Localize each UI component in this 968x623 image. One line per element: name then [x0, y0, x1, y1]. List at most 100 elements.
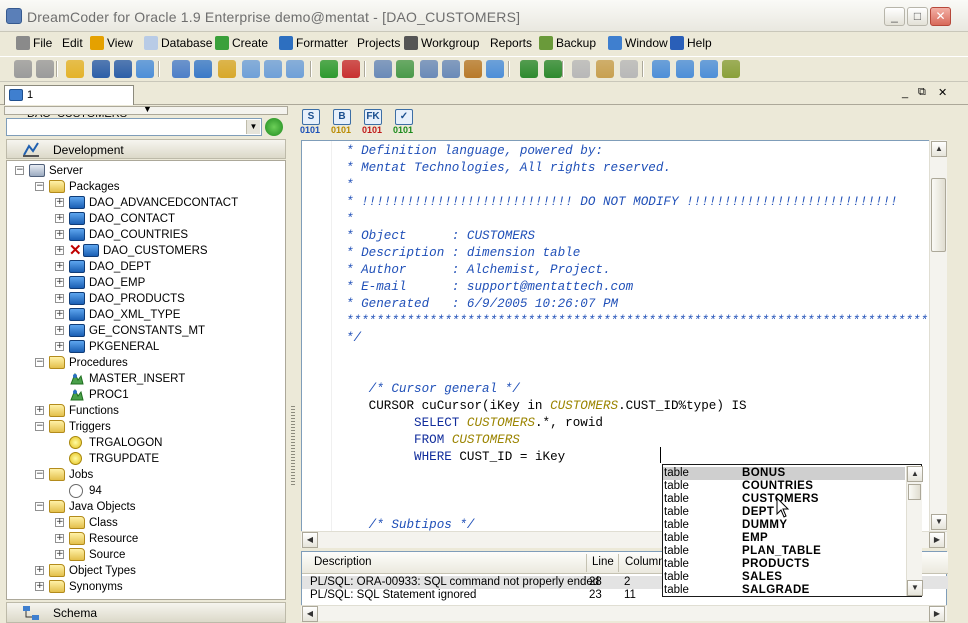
collapse-icon[interactable]: − — [15, 166, 24, 175]
tree-node[interactable]: + DAO_ADVANCEDCONTACT — [7, 195, 283, 211]
tree-node[interactable]: TRGALOGON — [7, 435, 283, 451]
save-icon[interactable] — [92, 60, 110, 78]
tree-node[interactable]: 94 — [7, 483, 283, 499]
tab-dao-customers[interactable]: 1 DAO_CUSTOMERS — [4, 85, 134, 120]
autocomplete-item[interactable]: table SALGRADE — [663, 584, 905, 597]
menu-window[interactable]: Window — [608, 35, 668, 52]
print-icon[interactable] — [136, 60, 154, 78]
tree-node[interactable]: + Object Types — [7, 563, 283, 579]
scroll-thumb[interactable] — [908, 484, 921, 500]
expand-icon[interactable]: + — [55, 294, 64, 303]
body-icon[interactable]: B 0101 — [331, 109, 359, 137]
column-divider[interactable] — [618, 554, 619, 572]
maximize-button[interactable]: □ — [907, 7, 928, 26]
expand-icon[interactable]: + — [55, 326, 64, 335]
scroll-up-button[interactable]: ▲ — [931, 141, 947, 157]
chevron-down-icon[interactable]: ▼ — [246, 120, 260, 134]
editor-vertical-scrollbar[interactable]: ▲ ▼ — [929, 140, 947, 532]
scroll-up-button[interactable]: ▲ — [907, 466, 923, 482]
autocomplete-item[interactable]: table COUNTRIES — [663, 480, 905, 493]
expand-icon[interactable]: + — [55, 550, 64, 559]
autocomplete-item[interactable]: table SALES — [663, 571, 905, 584]
undo-icon[interactable] — [520, 60, 538, 78]
autocomplete-scrollbar[interactable]: ▲ ▼ — [906, 466, 923, 596]
expand-icon[interactable]: + — [35, 406, 44, 415]
tree-node[interactable]: + Class — [7, 515, 283, 531]
menu-projects[interactable]: Projects — [357, 35, 400, 52]
expand-icon[interactable]: + — [55, 342, 64, 351]
expand-icon[interactable]: + — [55, 262, 64, 271]
scroll-left-button[interactable]: ◀ — [302, 532, 318, 548]
collapse-icon[interactable]: − — [35, 182, 44, 191]
menu-edit[interactable]: Edit — [62, 35, 83, 52]
expand-icon[interactable]: + — [55, 198, 64, 207]
menu-create[interactable]: Create — [215, 35, 268, 52]
messages-horizontal-scrollbar[interactable]: ◀ ▶ — [301, 605, 947, 622]
zoom-in-icon[interactable] — [676, 60, 694, 78]
zoom-icon[interactable] — [652, 60, 670, 78]
tree-node[interactable]: + GE_CONSTANTS_MT — [7, 323, 283, 339]
collapse-icon[interactable]: − — [35, 358, 44, 367]
save-all-icon[interactable] — [114, 60, 132, 78]
sql-icon[interactable] — [374, 60, 392, 78]
doc-minimize-button[interactable]: _ — [902, 87, 908, 99]
tree-node[interactable]: + ✕ DAO_CUSTOMERS — [7, 243, 283, 259]
open-folder-icon[interactable] — [66, 60, 84, 78]
object-tree[interactable]: − Server − Packages + DAO_ADVANCEDCONTACT + DAO… — [6, 160, 286, 600]
menu-workgroup[interactable]: Workgroup — [404, 35, 479, 52]
explain-icon[interactable] — [420, 60, 438, 78]
scroll-down-button[interactable]: ▼ — [907, 580, 923, 596]
expand-icon[interactable]: + — [35, 566, 44, 575]
scroll-left-button[interactable]: ◀ — [302, 606, 318, 622]
bookmark-icon[interactable] — [596, 60, 614, 78]
foreign-key-icon[interactable]: FK 0101 — [362, 109, 390, 137]
autocomplete-popup[interactable]: table BONUS table COUNTRIES table CUSTOMERS ta… — [662, 464, 923, 597]
tree-node[interactable]: + PKGENERAL — [7, 339, 283, 355]
describe-icon[interactable] — [442, 60, 460, 78]
tree-node[interactable]: + DAO_COUNTRIES — [7, 227, 283, 243]
expand-icon[interactable]: + — [55, 278, 64, 287]
export-icon[interactable] — [396, 60, 414, 78]
col-column[interactable]: Column — [625, 556, 665, 568]
schema-section-header[interactable]: Schema — [6, 602, 286, 623]
debug-icon[interactable] — [36, 60, 54, 78]
expand-icon[interactable]: + — [55, 518, 64, 527]
tree-node[interactable]: − Procedures — [7, 355, 283, 371]
cut-icon[interactable] — [14, 60, 32, 78]
scroll-down-button[interactable]: ▼ — [931, 514, 947, 530]
tree-node[interactable]: PROC1 — [7, 387, 283, 403]
tree-node[interactable]: + Resource — [7, 531, 283, 547]
menu-database[interactable]: Database — [144, 35, 212, 52]
doc-close-button[interactable]: ✕ — [938, 86, 947, 99]
package-wizard-icon[interactable] — [218, 60, 236, 78]
tree-node[interactable]: − Jobs — [7, 467, 283, 483]
validate-icon[interactable]: ✓ 0101 — [393, 109, 421, 137]
panel-splitter[interactable] — [289, 106, 297, 623]
autocomplete-item[interactable]: table PLAN_TABLE — [663, 545, 905, 558]
collapse-icon[interactable]: − — [35, 502, 44, 511]
tree-node[interactable]: + DAO_DEPT — [7, 259, 283, 275]
compile-icon[interactable] — [194, 60, 212, 78]
menu-help[interactable]: Help — [670, 35, 712, 52]
disabled-icon[interactable] — [572, 60, 590, 78]
collapse-icon[interactable]: − — [35, 422, 44, 431]
download-icon[interactable] — [320, 60, 338, 78]
tree-node[interactable]: − Server — [7, 163, 283, 179]
panel-collapse-bar[interactable]: ▼ — [4, 104, 288, 115]
expand-icon[interactable]: + — [35, 582, 44, 591]
tree-node[interactable]: + DAO_XML_TYPE — [7, 307, 283, 323]
menu-backup[interactable]: Backup — [539, 35, 596, 52]
expand-icon[interactable]: + — [55, 246, 64, 255]
autocomplete-item[interactable]: table BONUS — [663, 467, 905, 480]
redo-icon[interactable] — [544, 60, 562, 78]
scroll-thumb[interactable] — [931, 178, 946, 252]
close-button[interactable]: ✕ — [930, 7, 951, 26]
expand-icon[interactable]: + — [55, 230, 64, 239]
doc-restore-button[interactable]: ⧉ — [918, 86, 926, 99]
spec-icon[interactable]: S 0101 — [300, 109, 328, 137]
tree-node[interactable]: − Java Objects — [7, 499, 283, 515]
tools-icon[interactable] — [722, 60, 740, 78]
collapse-icon[interactable]: − — [35, 470, 44, 479]
autocomplete-item[interactable]: table EMP — [663, 532, 905, 545]
tree-node[interactable]: + DAO_PRODUCTS — [7, 291, 283, 307]
